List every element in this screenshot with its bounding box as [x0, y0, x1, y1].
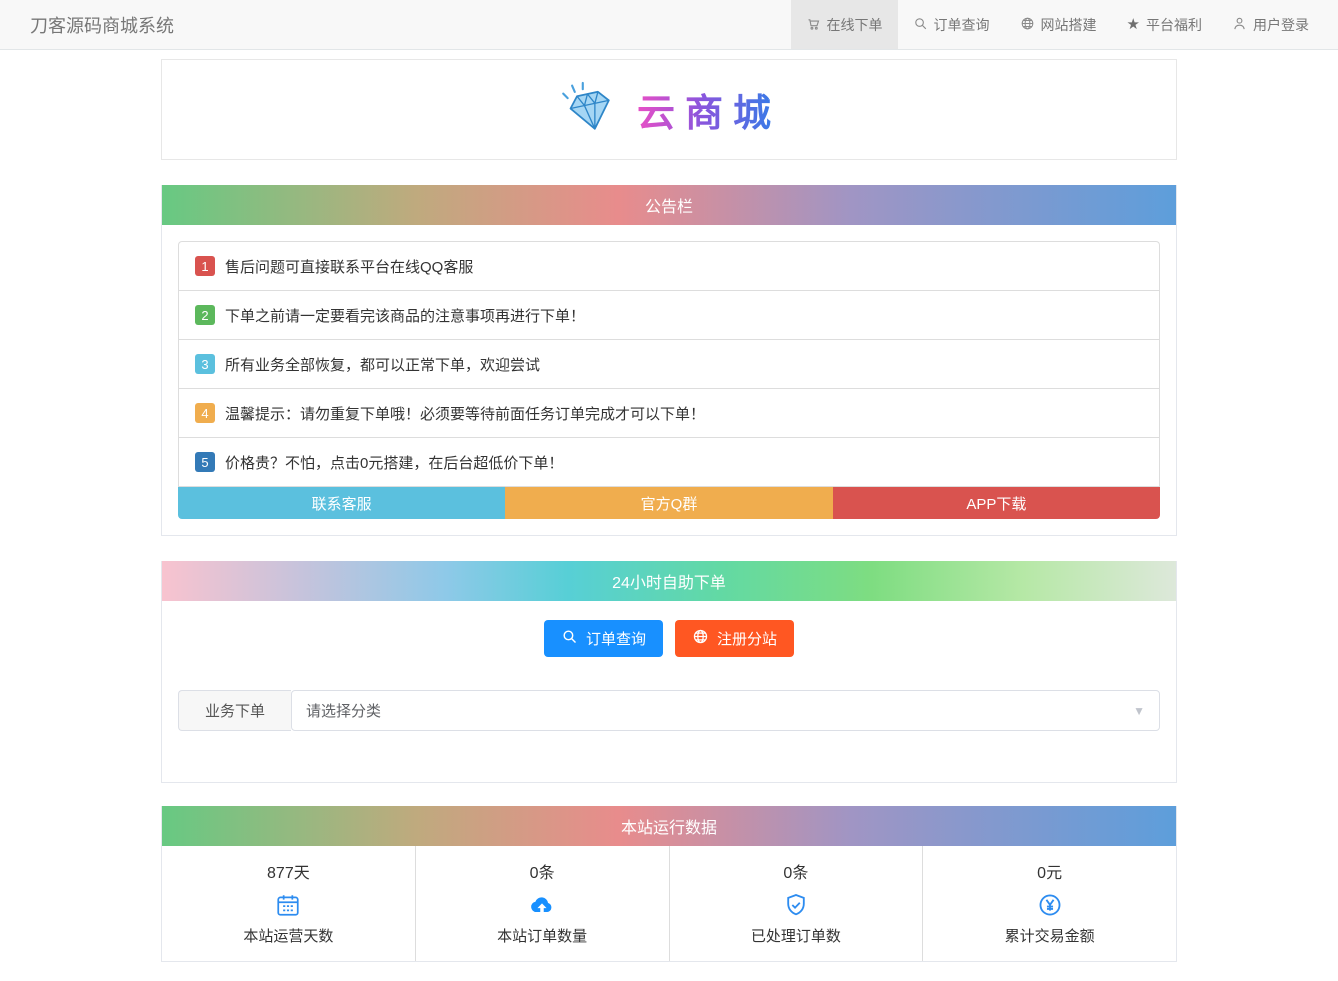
nav-item-label: 在线下单	[826, 16, 883, 33]
notice-number-badge: 4	[195, 403, 215, 423]
cloud-upload-icon	[416, 892, 669, 918]
business-order-row: 业务下单 请选择分类 ▼	[178, 690, 1160, 731]
stat-processed-orders: 0条 已处理订单数	[670, 846, 924, 961]
site-brand[interactable]: 刀客源码商城系统	[30, 0, 174, 49]
search-icon	[561, 628, 578, 649]
yen-circle-icon	[923, 892, 1176, 918]
stat-label: 已处理订单数	[750, 928, 841, 945]
top-navbar: 刀客源码商城系统 在线下单 订单查询 网站搭建 ★ 平台福利 用户登录	[0, 0, 1338, 50]
search-icon	[913, 16, 928, 34]
stat-value: 0条	[529, 865, 555, 882]
site-stats-section: 本站运行数据 877天 本站运营天数 0条 本站订单数量 0条 已处理订单数 0…	[161, 806, 1177, 962]
site-logo-text: 云商城	[637, 82, 781, 137]
list-item: 5 价格贵？不怕，点击0元搭建，在后台超低价下单！	[179, 438, 1159, 487]
stat-label: 累计交易金额	[1004, 928, 1095, 945]
stat-label: 本站运营天数	[243, 928, 334, 945]
self-order-actions: 订单查询 注册分站	[162, 601, 1176, 657]
notice-text: 所有业务全部恢复，都可以正常下单，欢迎尝试	[225, 356, 541, 374]
announcement-buttons: 联系客服 官方Q群 APP下载	[178, 487, 1160, 519]
business-order-label: 业务下单	[178, 690, 291, 731]
stat-total-transactions: 0元 累计交易金额	[923, 846, 1176, 961]
stat-label: 本站订单数量	[497, 928, 588, 945]
stat-value: 0条	[783, 865, 809, 882]
app-download-button[interactable]: APP下载	[832, 487, 1160, 519]
notice-number-badge: 1	[195, 256, 215, 276]
nav-item-platform-benefits[interactable]: ★ 平台福利	[1112, 0, 1217, 49]
user-icon	[1232, 16, 1247, 34]
button-label: 订单查询	[585, 631, 646, 648]
nav-item-label: 平台福利	[1146, 16, 1202, 33]
announcement-body: 1 售后问题可直接联系平台在线QQ客服 2 下单之前请一定要看完该商品的注意事项…	[162, 225, 1176, 535]
contact-support-button[interactable]: 联系客服	[178, 487, 506, 519]
notice-number-badge: 2	[195, 305, 215, 325]
nav-item-label: 订单查询	[933, 16, 990, 33]
globe-icon	[1020, 16, 1035, 34]
list-item: 1 售后问题可直接联系平台在线QQ客服	[179, 242, 1159, 291]
calendar-icon	[162, 892, 415, 918]
announcement-section: 公告栏 1 售后问题可直接联系平台在线QQ客服 2 下单之前请一定要看完该商品的…	[161, 185, 1177, 536]
chevron-down-icon: ▼	[1133, 703, 1145, 718]
register-substation-button[interactable]: 注册分站	[675, 620, 795, 657]
category-select-value: 请选择分类	[306, 703, 382, 720]
star-icon: ★	[1126, 16, 1140, 33]
list-item: 3 所有业务全部恢复，都可以正常下单，欢迎尝试	[179, 340, 1159, 389]
category-select[interactable]: 请选择分类 ▼	[291, 690, 1160, 731]
site-stats-row: 877天 本站运营天数 0条 本站订单数量 0条 已处理订单数 0元 累计交易金…	[162, 846, 1176, 961]
diamond-icon	[557, 79, 621, 140]
nav-item-label: 网站搭建	[1040, 16, 1097, 33]
order-query-button[interactable]: 订单查询	[543, 620, 663, 657]
button-label: 注册分站	[717, 631, 778, 648]
site-stats-header: 本站运行数据	[162, 806, 1176, 846]
self-order-section: 24小时自助下单 订单查询 注册分站 业务下单 请选择分类 ▼	[161, 561, 1177, 783]
notice-number-badge: 3	[195, 354, 215, 374]
globe-icon	[692, 628, 709, 649]
announcement-list: 1 售后问题可直接联系平台在线QQ客服 2 下单之前请一定要看完该商品的注意事项…	[178, 241, 1160, 487]
list-item: 4 温馨提示：请勿重复下单哦！必须要等待前面任务订单完成才可以下单！	[179, 389, 1159, 438]
self-order-header: 24小时自助下单	[162, 561, 1176, 601]
main-nav: 在线下单 订单查询 网站搭建 ★ 平台福利 用户登录	[790, 0, 1324, 49]
notice-number-badge: 5	[195, 452, 215, 472]
stat-value: 0元	[1037, 865, 1063, 882]
shield-check-icon	[670, 892, 923, 918]
notice-text: 价格贵？不怕，点击0元搭建，在后台超低价下单！	[225, 454, 564, 472]
cart-icon	[806, 16, 821, 34]
official-qq-group-button[interactable]: 官方Q群	[505, 487, 833, 519]
notice-text: 下单之前请一定要看完该商品的注意事项再进行下单！	[225, 307, 586, 325]
list-item: 2 下单之前请一定要看完该商品的注意事项再进行下单！	[179, 291, 1159, 340]
nav-item-online-order[interactable]: 在线下单	[790, 0, 898, 49]
announcement-header: 公告栏	[162, 185, 1176, 225]
site-logo[interactable]: 云商城	[161, 59, 1177, 160]
notice-text: 温馨提示：请勿重复下单哦！必须要等待前面任务订单完成才可以下单！	[225, 405, 706, 423]
stat-order-count: 0条 本站订单数量	[416, 846, 670, 961]
stat-operating-days: 877天 本站运营天数	[162, 846, 416, 961]
nav-item-order-query[interactable]: 订单查询	[898, 0, 1005, 49]
nav-item-user-login[interactable]: 用户登录	[1217, 0, 1324, 49]
nav-item-site-build[interactable]: 网站搭建	[1005, 0, 1112, 49]
nav-item-label: 用户登录	[1253, 16, 1309, 33]
notice-text: 售后问题可直接联系平台在线QQ客服	[225, 258, 474, 276]
stat-value: 877天	[267, 865, 310, 882]
